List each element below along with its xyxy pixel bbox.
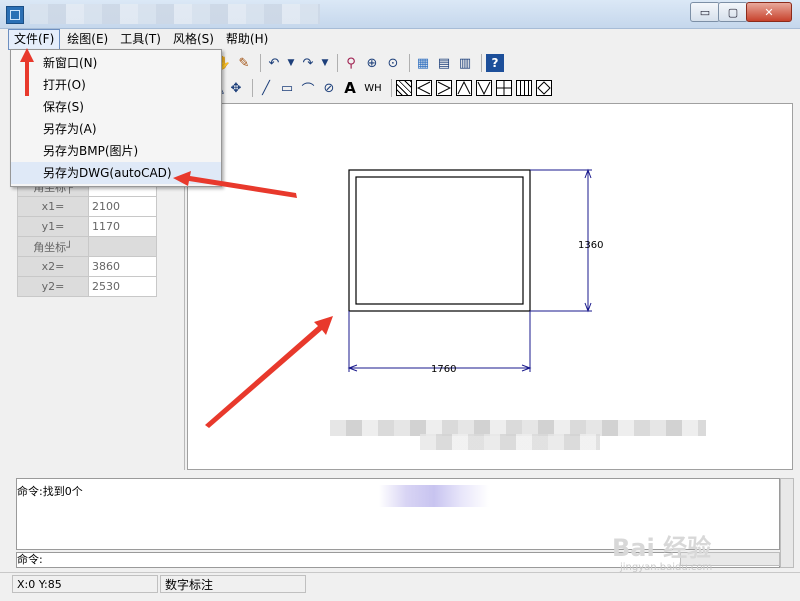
arrow-to-file-menu <box>20 48 34 96</box>
arrow-to-drawing <box>205 316 333 428</box>
arrow-to-dwg-item <box>173 171 297 198</box>
annotation-arrows <box>20 48 333 428</box>
